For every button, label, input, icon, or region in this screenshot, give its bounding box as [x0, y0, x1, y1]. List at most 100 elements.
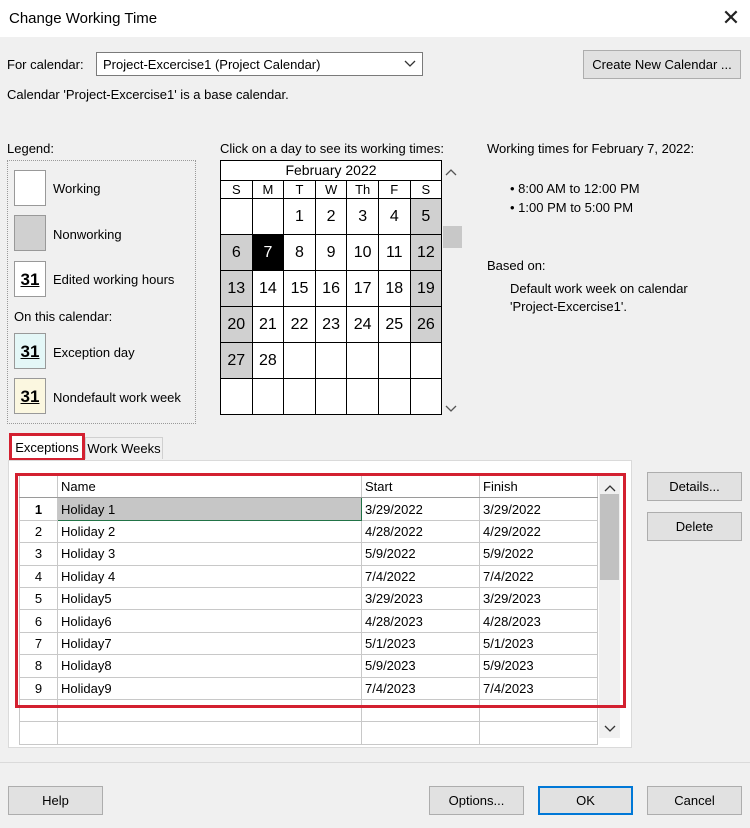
calendar-day[interactable]: 10 — [346, 234, 379, 271]
row-number[interactable]: 9 — [19, 676, 58, 700]
cell-finish[interactable]: 4/29/2022 — [479, 519, 598, 544]
calendar-scroll-up-icon[interactable] — [445, 165, 457, 179]
row-number[interactable]: 3 — [19, 542, 58, 566]
cell-name[interactable]: Holiday 4 — [57, 564, 362, 588]
calendar-day[interactable]: 4 — [377, 198, 411, 235]
calendar-day[interactable]: 27 — [220, 342, 253, 379]
empty-cell[interactable] — [19, 721, 58, 745]
cell-name[interactable]: Holiday6 — [57, 609, 362, 633]
calendar-day[interactable]: 23 — [314, 306, 348, 343]
row-number[interactable]: 8 — [19, 654, 58, 678]
empty-cell[interactable] — [57, 698, 362, 723]
table-row[interactable]: 7 Holiday7 5/1/2023 5/1/2023 — [19, 631, 598, 656]
calendar-day[interactable]: 13 — [220, 270, 253, 307]
grid-scroll-up-icon[interactable] — [604, 480, 616, 495]
cell-start[interactable]: 5/9/2022 — [361, 542, 480, 566]
cell-start[interactable]: 3/29/2023 — [361, 586, 480, 611]
cell-start[interactable]: 4/28/2023 — [361, 609, 480, 633]
cell-name[interactable]: Holiday7 — [57, 631, 362, 656]
calendar-day[interactable]: 9 — [314, 234, 348, 271]
cell-finish[interactable]: 5/1/2023 — [479, 631, 598, 656]
calendar-day[interactable]: 22 — [283, 306, 316, 343]
table-row[interactable]: 6 Holiday6 4/28/2023 4/28/2023 — [19, 609, 598, 633]
calendar-day[interactable]: 2 — [314, 198, 348, 235]
cell-finish[interactable]: 5/9/2022 — [479, 542, 598, 566]
calendar-day[interactable]: 5 — [409, 198, 443, 235]
empty-cell[interactable] — [19, 698, 58, 723]
empty-cell[interactable] — [57, 721, 362, 745]
table-row[interactable]: 8 Holiday8 5/9/2023 5/9/2023 — [19, 654, 598, 678]
cell-finish[interactable]: 3/29/2023 — [479, 586, 598, 611]
cell-name[interactable]: Holiday8 — [57, 654, 362, 678]
empty-cell[interactable] — [479, 698, 598, 723]
calendar-scroll-thumb[interactable] — [443, 226, 462, 248]
row-number[interactable]: 7 — [19, 631, 58, 656]
calendar-day[interactable]: 19 — [409, 270, 443, 307]
cell-start[interactable]: 5/9/2023 — [361, 654, 480, 678]
cell-finish[interactable]: 4/28/2023 — [479, 609, 598, 633]
create-new-calendar-button[interactable]: Create New Calendar ... — [583, 50, 741, 79]
empty-cell[interactable] — [361, 698, 480, 723]
calendar-day[interactable]: 1 — [283, 198, 316, 235]
calendar-day[interactable]: 16 — [314, 270, 348, 307]
calendar-day[interactable]: 28 — [251, 342, 285, 379]
calendar-day[interactable]: 21 — [251, 306, 285, 343]
tab-work-weeks[interactable]: Work Weeks — [85, 437, 163, 459]
cell-finish[interactable]: 7/4/2023 — [479, 676, 598, 700]
empty-row[interactable] — [19, 721, 598, 745]
calendar-day[interactable]: 25 — [377, 306, 411, 343]
details-button[interactable]: Details... — [647, 472, 742, 501]
cell-name[interactable]: Holiday 2 — [57, 519, 362, 544]
column-header-finish[interactable]: Finish — [479, 474, 598, 499]
calendar-day[interactable]: 7 — [251, 234, 285, 271]
help-button[interactable]: Help — [8, 786, 103, 815]
column-header-name[interactable]: Name — [57, 474, 362, 499]
grid-scroll-thumb[interactable] — [600, 494, 619, 580]
delete-button[interactable]: Delete — [647, 512, 742, 541]
cell-name[interactable]: Holiday 3 — [57, 542, 362, 566]
options-button[interactable]: Options... — [429, 786, 524, 815]
cell-start[interactable]: 7/4/2022 — [361, 564, 480, 588]
row-number[interactable]: 6 — [19, 609, 58, 633]
cell-finish[interactable]: 7/4/2022 — [479, 564, 598, 588]
row-number[interactable]: 5 — [19, 586, 58, 611]
row-number[interactable]: 4 — [19, 564, 58, 588]
calendar-day[interactable]: 15 — [283, 270, 316, 307]
table-row[interactable]: 2 Holiday 2 4/28/2022 4/29/2022 — [19, 519, 598, 544]
table-row[interactable]: 1 Holiday 1 3/29/2022 3/29/2022 — [19, 497, 598, 521]
cell-finish[interactable]: 5/9/2023 — [479, 654, 598, 678]
row-number[interactable]: 2 — [19, 519, 58, 544]
row-number[interactable]: 1 — [19, 497, 58, 521]
cell-name[interactable]: Holiday 1 — [57, 497, 362, 521]
calendar-day[interactable]: 8 — [283, 234, 316, 271]
calendar-day[interactable]: 14 — [251, 270, 285, 307]
calendar-day[interactable]: 3 — [346, 198, 379, 235]
calendar-scroll-down-icon[interactable] — [445, 402, 457, 416]
table-row[interactable]: 9 Holiday9 7/4/2023 7/4/2023 — [19, 676, 598, 700]
cell-start[interactable]: 3/29/2022 — [361, 497, 480, 521]
table-row[interactable]: 5 Holiday5 3/29/2023 3/29/2023 — [19, 586, 598, 611]
grid-scroll-down-icon[interactable] — [604, 721, 616, 736]
calendar-day[interactable]: 17 — [346, 270, 379, 307]
empty-row[interactable] — [19, 698, 598, 723]
calendar-day[interactable]: 11 — [377, 234, 411, 271]
cell-start[interactable]: 5/1/2023 — [361, 631, 480, 656]
close-icon[interactable]: ✕ — [719, 4, 743, 32]
calendar-day[interactable]: 6 — [220, 234, 253, 271]
table-row[interactable]: 4 Holiday 4 7/4/2022 7/4/2022 — [19, 564, 598, 588]
cancel-button[interactable]: Cancel — [647, 786, 742, 815]
calendar-day[interactable]: 24 — [346, 306, 379, 343]
table-row[interactable]: 3 Holiday 3 5/9/2022 5/9/2022 — [19, 542, 598, 566]
column-header-start[interactable]: Start — [361, 474, 480, 499]
calendar-day[interactable]: 20 — [220, 306, 253, 343]
tab-exceptions[interactable]: Exceptions — [9, 433, 85, 461]
cell-name[interactable]: Holiday5 — [57, 586, 362, 611]
empty-cell[interactable] — [361, 721, 480, 745]
calendar-day[interactable]: 12 — [409, 234, 443, 271]
ok-button[interactable]: OK — [538, 786, 633, 815]
cell-start[interactable]: 4/28/2022 — [361, 519, 480, 544]
calendar-day[interactable]: 18 — [377, 270, 411, 307]
calendar-day[interactable]: 26 — [409, 306, 443, 343]
cell-finish[interactable]: 3/29/2022 — [479, 497, 598, 521]
empty-cell[interactable] — [479, 721, 598, 745]
